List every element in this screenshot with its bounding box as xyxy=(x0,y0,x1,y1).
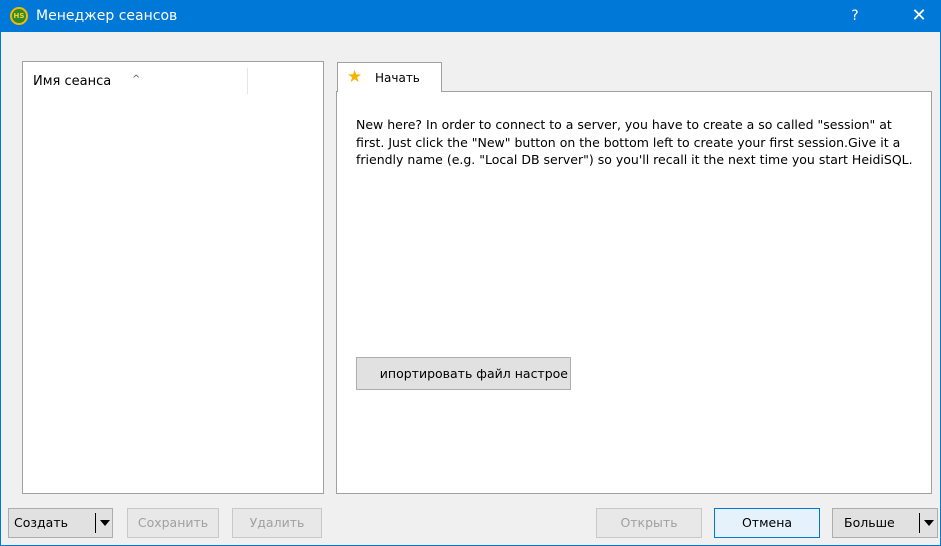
heidisql-app-icon: HS xyxy=(10,7,28,25)
more-split-divider xyxy=(919,513,920,533)
import-settings-button[interactable]: ипортировать файл настрое xyxy=(356,357,571,390)
window-title: Менеджер сеансов xyxy=(36,8,178,24)
open-button[interactable]: Открыть xyxy=(596,508,702,538)
create-button[interactable]: Создать xyxy=(8,508,113,538)
session-list[interactable]: Имя сеанса ^ xyxy=(22,61,324,494)
sort-ascending-icon: ^ xyxy=(132,74,141,85)
start-tab-panel: New here? In order to connect to a serve… xyxy=(336,91,932,494)
cancel-button[interactable]: Отмена xyxy=(714,508,820,538)
getting-started-text: New here? In order to connect to a serve… xyxy=(356,117,913,167)
tab-start[interactable]: ★ Начать xyxy=(337,62,442,92)
tab-start-label: Начать xyxy=(375,71,420,85)
create-split-divider xyxy=(95,513,96,533)
import-settings-label: ипортировать файл настрое xyxy=(379,366,568,381)
star-icon: ★ xyxy=(347,67,363,87)
create-button-label: Создать xyxy=(14,515,68,530)
more-button-label: Больше xyxy=(844,515,895,530)
more-dropdown-arrow-icon[interactable] xyxy=(924,520,934,526)
close-button[interactable]: ✕ xyxy=(901,5,937,29)
create-dropdown-arrow-icon[interactable] xyxy=(100,520,110,526)
save-button[interactable]: Сохранить xyxy=(127,508,219,538)
title-bar[interactable]: HS Менеджер сеансов ? ✕ xyxy=(1,1,940,32)
column-header-session-name[interactable]: Имя сеанса xyxy=(33,74,111,89)
help-button[interactable]: ? xyxy=(837,5,873,29)
more-button[interactable]: Больше xyxy=(832,508,938,538)
session-list-header[interactable]: Имя сеанса ^ xyxy=(23,62,323,94)
delete-button[interactable]: Удалить xyxy=(232,508,322,538)
column-divider[interactable] xyxy=(247,68,248,94)
